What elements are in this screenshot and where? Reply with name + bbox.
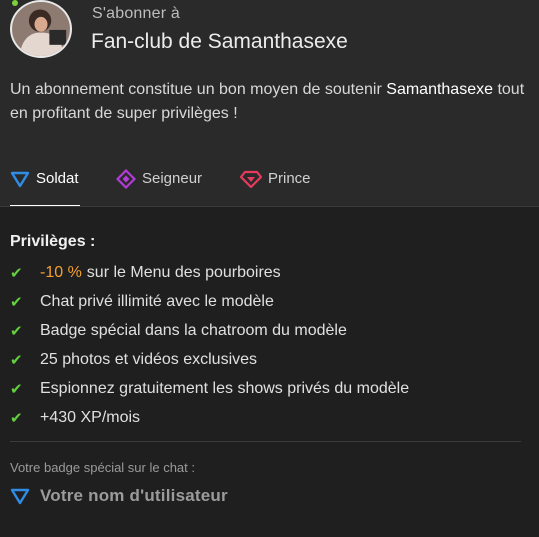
page-title: Fan-club de Samanthasexe — [91, 30, 348, 53]
badge-caption: Votre badge spécial sur le chat : — [10, 460, 196, 475]
online-status-dot — [12, 0, 18, 6]
subscribe-subtitle: S'abonner à — [92, 5, 180, 22]
tabs-divider — [0, 206, 539, 207]
check-icon: ✔ — [10, 322, 23, 340]
privilege-text: Chat privé illimité avec le modèle — [40, 292, 274, 310]
tab-prince-label: Prince — [268, 170, 311, 187]
privilege-text: Badge spécial dans la chatroom du modèle — [40, 321, 347, 339]
privilege-text: 25 photos et vidéos exclusives — [40, 350, 258, 368]
triangle-down-icon — [10, 171, 30, 187]
list-item: ✔ Espionnez gratuitement les shows privé… — [10, 374, 530, 403]
check-icon: ✔ — [10, 380, 23, 398]
list-item: ✔ Chat privé illimité avec le modèle — [10, 287, 530, 316]
check-icon: ✔ — [10, 264, 23, 282]
privilege-text: +430 XP/mois — [40, 408, 141, 426]
list-item: ✔ +430 XP/mois — [10, 403, 530, 432]
privileges-list: ✔ -10 % sur le Menu des pourboires ✔ Cha… — [10, 258, 530, 432]
avatar[interactable] — [10, 0, 72, 58]
privileges-heading: Privilèges : — [10, 233, 96, 250]
description-text: Un abonnement constitue un bon moyen de … — [10, 81, 382, 98]
tab-soldat[interactable]: Soldat — [10, 150, 79, 207]
list-item: ✔ -10 % sur le Menu des pourboires — [10, 258, 530, 287]
check-icon: ✔ — [10, 351, 23, 369]
check-icon: ✔ — [10, 293, 23, 311]
triangle-down-icon — [10, 488, 30, 505]
section-divider — [10, 441, 521, 442]
avatar-image — [12, 2, 70, 56]
gem-icon — [240, 170, 262, 188]
privilege-text: sur le Menu des pourboires — [86, 263, 281, 281]
discount-value: -10 % — [40, 263, 82, 281]
tab-prince[interactable]: Prince — [240, 150, 311, 207]
model-name: Samanthasexe — [386, 81, 493, 98]
privilege-text: Espionnez gratuitement les shows privés … — [40, 379, 410, 397]
list-item: ✔ 25 photos et vidéos exclusives — [10, 345, 530, 374]
diamond-icon — [116, 168, 136, 189]
badge-username: Votre nom d'utilisateur — [40, 486, 228, 505]
subscription-description: Un abonnement constitue un bon moyen de … — [10, 78, 530, 126]
header-panel — [0, 0, 539, 150]
list-item: ✔ Badge spécial dans la chatroom du modè… — [10, 316, 530, 345]
tab-seigneur[interactable]: Seigneur — [116, 150, 202, 207]
tab-soldat-label: Soldat — [36, 170, 79, 187]
badge-preview: Votre nom d'utilisateur — [10, 486, 228, 506]
tab-seigneur-label: Seigneur — [142, 170, 203, 187]
check-icon: ✔ — [10, 409, 23, 427]
